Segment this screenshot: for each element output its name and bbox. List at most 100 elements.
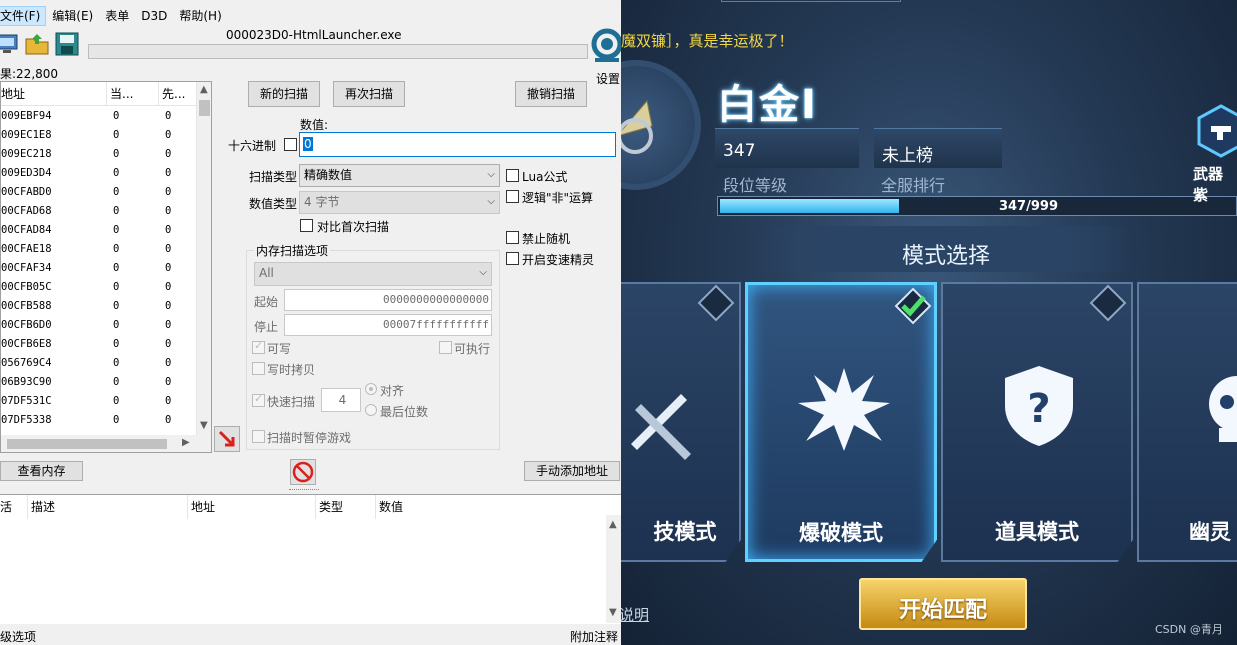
value-input[interactable]: 0 xyxy=(299,132,616,157)
table-row[interactable]: 00CFAF34 0 0 xyxy=(1,259,197,278)
stop-address-input[interactable]: 00007fffffffffff xyxy=(284,314,492,336)
menu-help[interactable]: 帮助(H) xyxy=(173,6,227,26)
address-list-vscrollbar[interactable]: ▲ ▼ xyxy=(196,82,211,437)
writable-checkbox[interactable] xyxy=(252,339,265,354)
add-address-manually-button[interactable]: 手动添加地址 xyxy=(524,461,620,481)
scroll-up-icon[interactable]: ▲ xyxy=(609,519,617,530)
column-description[interactable]: 描述 xyxy=(28,495,188,519)
undo-scan-button[interactable]: 撤销扫描 xyxy=(515,81,587,107)
weapon-label[interactable]: 武器紫 xyxy=(1193,163,1237,205)
table-row[interactable]: 00CFAD84 0 0 xyxy=(1,221,197,240)
last-digits-radio[interactable] xyxy=(365,404,377,416)
view-memory-button[interactable]: 查看内存 xyxy=(0,461,83,481)
current-value-cell: 0 xyxy=(113,395,120,407)
previous-value-cell: 0 xyxy=(165,376,172,388)
mode-card-competitive[interactable]: 技模式 xyxy=(621,282,741,562)
fast-scan-checkbox[interactable] xyxy=(252,392,265,407)
mode-card-demolition[interactable]: 爆破模式 xyxy=(745,282,937,562)
svg-text:?: ? xyxy=(1027,386,1050,432)
scroll-up-icon[interactable]: ▲ xyxy=(200,84,208,95)
address-list[interactable]: 地址 当... 先... 009EBF94 0 0 009EC1E8 0 0 009EC21… xyxy=(0,81,212,453)
align-radio[interactable] xyxy=(365,383,377,395)
table-row[interactable]: 07DF531C 0 0 xyxy=(1,392,197,411)
table-row[interactable]: 00CFB6E8 0 0 xyxy=(1,335,197,354)
advanced-options-link[interactable]: 级选项 xyxy=(0,628,36,645)
table-row[interactable]: 00CFAE18 0 0 xyxy=(1,240,197,259)
start-address-input[interactable]: 0000000000000000 xyxy=(284,289,492,311)
table-extras-link[interactable]: 附加注释 xyxy=(570,628,618,645)
chevron-down-icon: ⌵ xyxy=(479,267,487,278)
compare-first-checkbox[interactable] xyxy=(300,219,313,232)
column-address[interactable]: 地址 xyxy=(188,495,316,519)
column-current[interactable]: 当... xyxy=(107,82,159,106)
pause-game-checkbox[interactable] xyxy=(252,430,265,443)
save-icon[interactable] xyxy=(54,31,80,57)
previous-value-cell: 0 xyxy=(165,205,172,217)
table-row[interactable]: 07DF5338 0 0 xyxy=(1,411,197,430)
executable-label: 可执行 xyxy=(454,342,491,356)
mode-card-ghost[interactable]: 幽灵 xyxy=(1137,282,1237,562)
column-type[interactable]: 类型 xyxy=(316,495,376,519)
previous-value-cell: 0 xyxy=(165,281,172,293)
column-value[interactable]: 数值 xyxy=(376,495,606,519)
table-row[interactable]: 00CFB05C 0 0 xyxy=(1,278,197,297)
cheat-table[interactable]: 活 描述 地址 类型 数值 ▲ ▼ xyxy=(0,494,621,624)
scroll-down-icon[interactable]: ▼ xyxy=(609,607,617,618)
explain-link[interactable]: 说明 xyxy=(621,604,649,625)
previous-value-cell: 0 xyxy=(165,357,172,369)
value-type-select[interactable]: 4 字节 ⌵ xyxy=(299,191,500,214)
start-match-button[interactable]: 开始匹配 xyxy=(859,578,1027,630)
mode-card-item[interactable]: ? 道具模式 xyxy=(941,282,1133,562)
speedhack-checkbox[interactable] xyxy=(506,252,519,265)
table-row[interactable]: 009EC1E8 0 0 xyxy=(1,126,197,145)
table-row[interactable]: 00CFB588 0 0 xyxy=(1,297,197,316)
next-scan-button[interactable]: 再次扫描 xyxy=(333,81,405,107)
column-active[interactable]: 活 xyxy=(0,495,28,519)
address-cell: 00CFB6E8 xyxy=(1,338,52,350)
table-row[interactable]: 009EC218 0 0 xyxy=(1,145,197,164)
region-select[interactable]: All ⌵ xyxy=(254,262,492,286)
clear-list-button[interactable] xyxy=(290,459,316,485)
scroll-down-icon[interactable]: ▼ xyxy=(200,420,208,431)
menu-table[interactable]: 表单 xyxy=(99,6,135,26)
previous-value-cell: 0 xyxy=(165,338,172,350)
chevron-down-icon: ⌵ xyxy=(487,169,495,180)
value-type-value: 4 字节 xyxy=(304,195,340,209)
column-previous[interactable]: 先... xyxy=(159,82,197,106)
table-row[interactable]: 00CFAD68 0 0 xyxy=(1,202,197,221)
scan-type-select[interactable]: 精确数值 ⌵ xyxy=(299,164,500,187)
new-scan-button[interactable]: 新的扫描 xyxy=(248,81,320,107)
open-file-icon[interactable] xyxy=(24,31,50,57)
executable-checkbox[interactable] xyxy=(439,341,452,354)
table-row[interactable]: 009ED3D4 0 0 xyxy=(1,164,197,183)
fast-scan-value-input[interactable]: 4 xyxy=(321,388,361,412)
logic-not-checkbox[interactable] xyxy=(506,190,519,203)
menu-edit[interactable]: 编辑(E) xyxy=(46,6,99,26)
table-row[interactable]: 06B93C90 0 0 xyxy=(1,373,197,392)
table-row[interactable]: 056769C4 0 0 xyxy=(1,354,197,373)
table-row[interactable]: 00CFB6D0 0 0 xyxy=(1,316,197,335)
address-cell: 056769C4 xyxy=(1,357,52,369)
lua-formula-checkbox[interactable] xyxy=(506,169,519,182)
scroll-right-icon[interactable]: ▶ xyxy=(182,437,190,448)
settings-label[interactable]: 设置 xyxy=(596,70,620,87)
current-value-cell: 0 xyxy=(113,186,120,198)
weapon-crate-icon[interactable] xyxy=(1197,104,1237,158)
address-list-hscrollbar[interactable]: ▶ xyxy=(1,435,211,452)
menu-d3d[interactable]: D3D xyxy=(135,6,173,26)
cheat-engine-logo-icon[interactable] xyxy=(591,28,621,70)
column-address[interactable]: 地址 xyxy=(1,82,107,106)
hscroll-thumb[interactable] xyxy=(7,439,167,449)
add-selected-to-list-button[interactable] xyxy=(214,426,240,452)
cheat-table-vscrollbar[interactable]: ▲ ▼ xyxy=(606,515,621,623)
copy-on-write-checkbox[interactable] xyxy=(252,362,265,375)
open-process-icon[interactable] xyxy=(0,31,20,57)
table-row[interactable]: 009EBF94 0 0 xyxy=(1,107,197,126)
current-value-cell: 0 xyxy=(113,224,120,236)
splitter-handle[interactable] xyxy=(289,489,319,492)
scroll-thumb[interactable] xyxy=(199,100,210,116)
hex-checkbox[interactable] xyxy=(284,138,297,151)
no-random-checkbox[interactable] xyxy=(506,231,519,244)
table-row[interactable]: 00CFABD0 0 0 xyxy=(1,183,197,202)
menu-file[interactable]: 文件(F) xyxy=(0,6,47,26)
